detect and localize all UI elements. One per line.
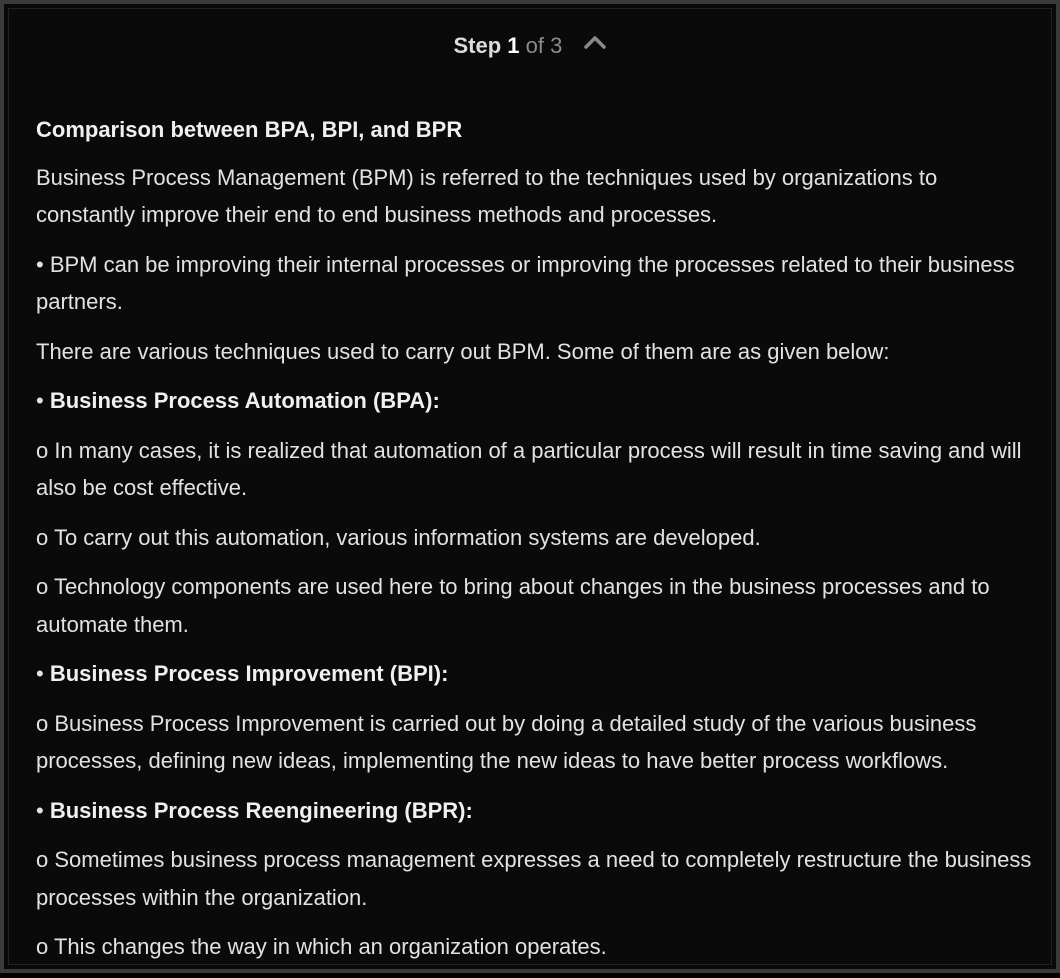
bpi-bullet: •: [36, 661, 50, 686]
bpr-bullet: •: [36, 797, 50, 823]
step-label: Step: [453, 33, 502, 58]
solution-panel-inner: Step 1 of 3 Comparison between BPA, BPI,…: [8, 8, 1052, 965]
bpa-bullet: •: [36, 388, 50, 413]
bpa-point: o To carry out this automation, various …: [36, 524, 761, 550]
bpa-point: o Technology components are used here to…: [36, 574, 990, 637]
solution-panel: Step 1 of 3 Comparison between BPA, BPI,…: [0, 0, 1060, 973]
bpr-heading: • Business Process Reengineering (BPR):: [36, 792, 1039, 830]
techniques-intro: There are various techniques used to car…: [36, 338, 890, 364]
bpi-heading-text: Business Process Improvement (BPI):: [49, 661, 449, 686]
bpa-heading-text: Business Process Automation (BPA):: [49, 388, 440, 413]
bpr-point: o Sometimes business process management …: [36, 847, 1032, 910]
step-number: 1: [507, 33, 520, 58]
bpm-bullet: • BPM can be improving their internal pr…: [36, 251, 1015, 315]
bpr-point: o This changes the way in which an organ…: [36, 934, 607, 959]
bpa-heading: • Business Process Automation (BPA):: [36, 382, 1039, 420]
bpa-point: o In many cases, it is realized that aut…: [36, 437, 1022, 501]
step-total: of 3: [525, 33, 563, 58]
content-title: Comparison between BPA, BPI, and BPR: [36, 117, 463, 142]
step-content: Comparison between BPA, BPI, and BPR Bus…: [36, 111, 1039, 978]
step-header[interactable]: Step 1 of 3: [9, 33, 1051, 60]
bpi-point: o Business Process Improvement is carrie…: [36, 710, 977, 774]
bpi-heading: • Business Process Improvement (BPI):: [36, 655, 1039, 693]
chevron-up-icon[interactable]: [583, 30, 607, 56]
bpr-heading-text: Business Process Reengineering (BPR):: [49, 797, 473, 823]
intro-paragraph: Business Process Management (BPM) is ref…: [36, 164, 938, 228]
